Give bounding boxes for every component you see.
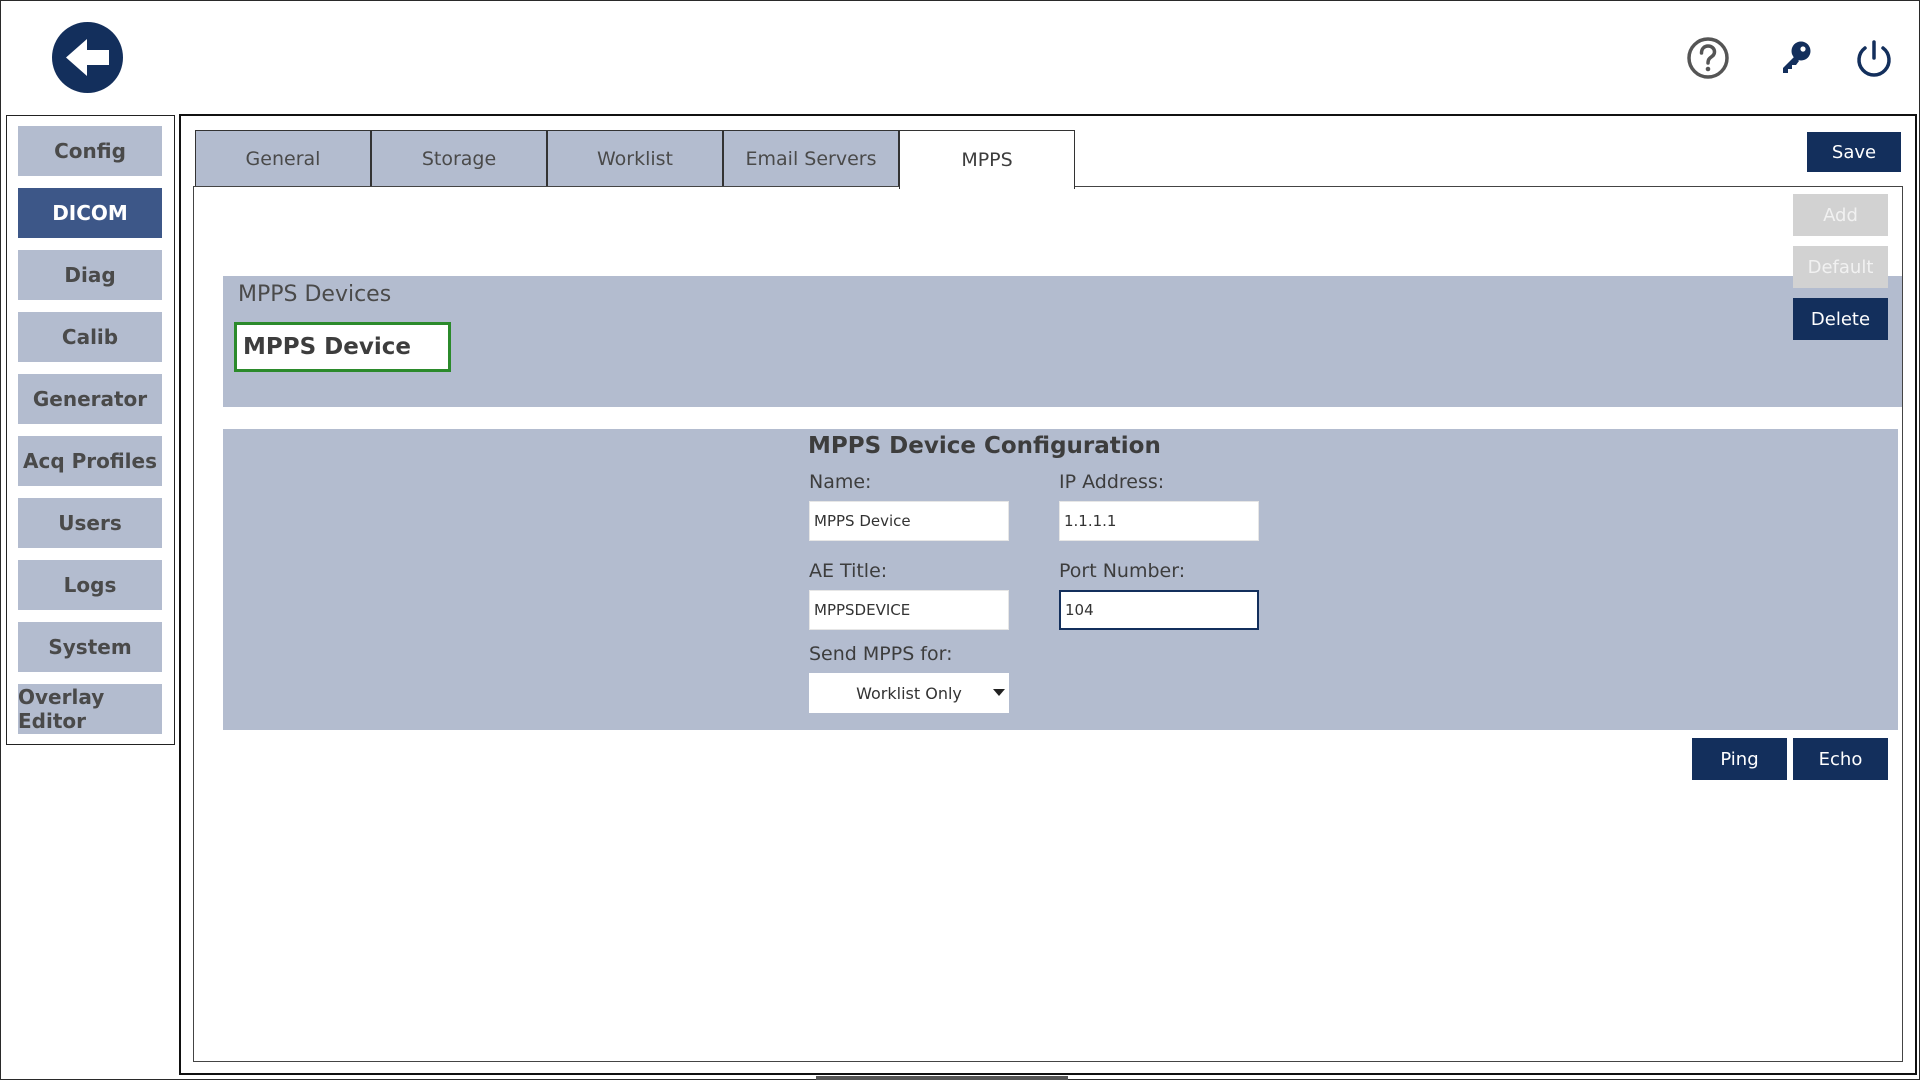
tab-storage[interactable]: Storage bbox=[371, 130, 547, 187]
ae-title-field[interactable]: MPPSDEVICE bbox=[809, 590, 1009, 630]
delete-button[interactable]: Delete bbox=[1793, 298, 1888, 340]
send-mpps-value: Worklist Only bbox=[856, 683, 962, 703]
sidebar-item-config[interactable]: Config bbox=[18, 126, 162, 176]
name-label: Name: bbox=[809, 471, 872, 493]
sidebar-item-diag[interactable]: Diag bbox=[18, 250, 162, 300]
name-field[interactable]: MPPS Device bbox=[809, 501, 1009, 541]
tab-general[interactable]: General bbox=[195, 130, 371, 187]
arrow-left-icon bbox=[66, 39, 109, 76]
sidebar-item-logs[interactable]: Logs bbox=[18, 560, 162, 610]
device-config-panel: MPPS Device Configuration Name: MPPS Dev… bbox=[223, 429, 1898, 730]
tab-email-servers[interactable]: Email Servers bbox=[723, 130, 899, 187]
sidebar-item-calib[interactable]: Calib bbox=[18, 312, 162, 362]
sidebar-item-generator[interactable]: Generator bbox=[18, 374, 162, 424]
help-button[interactable] bbox=[1684, 34, 1732, 82]
sidebar-item-dicom[interactable]: DICOM bbox=[18, 188, 162, 238]
mpps-devices-panel: MPPS Devices MPPS Device bbox=[223, 276, 1902, 407]
sidebar-item-users[interactable]: Users bbox=[18, 498, 162, 548]
main-panel: General Storage Worklist Email Servers M… bbox=[179, 114, 1917, 1075]
config-title: MPPS Device Configuration bbox=[808, 433, 1161, 459]
power-icon bbox=[1857, 40, 1891, 77]
chevron-down-icon bbox=[993, 689, 1005, 696]
back-button[interactable] bbox=[52, 22, 123, 93]
ip-address-field[interactable]: 1.1.1.1 bbox=[1059, 501, 1259, 541]
power-button[interactable] bbox=[1850, 34, 1898, 82]
sidebar-item-overlay-editor[interactable]: Overlay Editor bbox=[18, 684, 162, 734]
bottom-scroll-indicator bbox=[816, 1076, 1068, 1080]
tab-content: MPPS Devices MPPS Device Add Default Del… bbox=[193, 186, 1903, 1062]
devices-title: MPPS Devices bbox=[238, 282, 392, 307]
tab-mpps[interactable]: MPPS bbox=[899, 130, 1075, 189]
sidebar-item-acq-profiles[interactable]: Acq Profiles bbox=[18, 436, 162, 486]
ip-address-label: IP Address: bbox=[1059, 471, 1165, 493]
help-circle-icon bbox=[1687, 37, 1729, 79]
tab-worklist[interactable]: Worklist bbox=[547, 130, 723, 187]
echo-button[interactable]: Echo bbox=[1793, 738, 1888, 780]
port-number-field[interactable]: 104 bbox=[1059, 590, 1259, 630]
send-mpps-select[interactable]: Worklist Only bbox=[809, 673, 1009, 713]
add-button[interactable]: Add bbox=[1793, 194, 1888, 236]
key-icon bbox=[1783, 41, 1811, 73]
default-button[interactable]: Default bbox=[1793, 246, 1888, 288]
ae-title-label: AE Title: bbox=[809, 560, 888, 582]
sidebar-item-system[interactable]: System bbox=[18, 622, 162, 672]
device-list-item[interactable]: MPPS Device bbox=[234, 322, 451, 372]
save-button[interactable]: Save bbox=[1807, 132, 1901, 172]
key-button[interactable] bbox=[1771, 34, 1819, 82]
ping-button[interactable]: Ping bbox=[1692, 738, 1787, 780]
port-number-label: Port Number: bbox=[1059, 560, 1186, 582]
sidebar-nav: Config DICOM Diag Calib Generator Acq Pr… bbox=[6, 115, 175, 745]
send-mpps-label: Send MPPS for: bbox=[809, 643, 953, 665]
